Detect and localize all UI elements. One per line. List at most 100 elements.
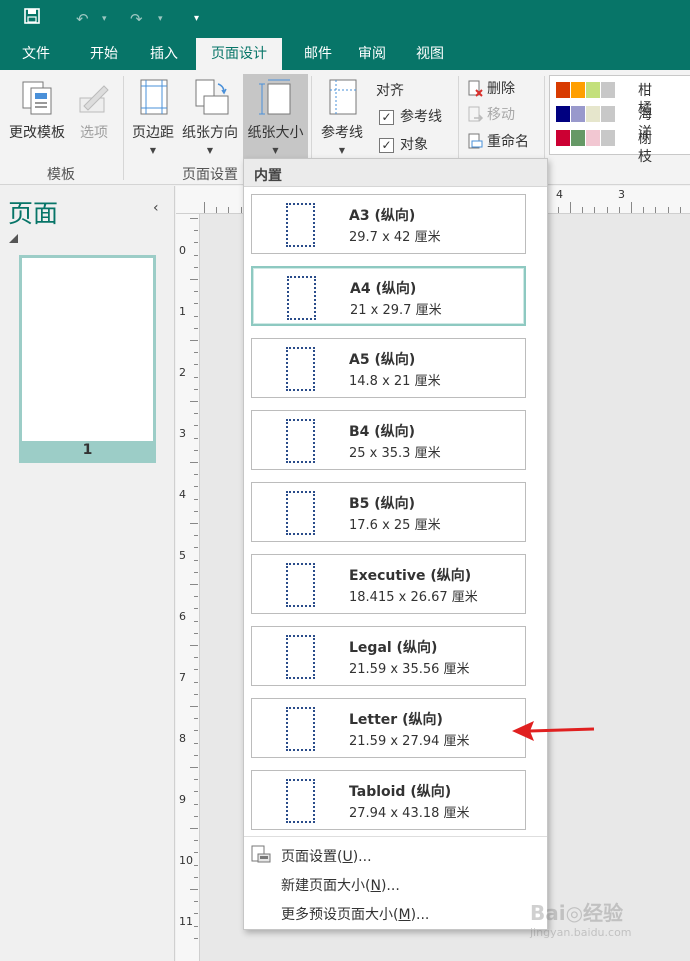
page-size-option[interactable]: B5 (纵向) 17.6 x 25 厘米 [251, 482, 526, 542]
ruler-tick [190, 645, 198, 646]
ruler-tick [194, 669, 198, 671]
rename-page-button[interactable]: 重命名 [466, 131, 529, 151]
page-size-name: A4 (纵向) [350, 281, 417, 297]
page-size-option[interactable]: A5 (纵向) 14.8 x 21 厘米 [251, 338, 526, 398]
template-icon [4, 78, 70, 122]
tab-home[interactable]: 开始 [76, 38, 132, 70]
page-setup-icon [250, 845, 272, 869]
ruler-tick [194, 840, 198, 842]
ruler-tick [194, 303, 198, 305]
expand-triangle-icon[interactable] [9, 234, 18, 243]
page-portrait-icon [286, 779, 315, 823]
ruler-tick [204, 202, 205, 213]
more-page-sizes-command[interactable]: 更多预设页面大小(M)... [281, 904, 429, 924]
tab-view[interactable]: 视图 [402, 38, 458, 70]
options-button[interactable]: 选项 [70, 78, 118, 142]
color-scheme-gallery: 柑橘 海洋 榭枝 [549, 75, 690, 165]
tab-page-design[interactable]: 页面设计 [196, 38, 282, 70]
page-size-option[interactable]: Legal (纵向) 21.59 x 35.56 厘米 [251, 626, 526, 686]
undo-dropdown-icon[interactable]: ▾ [102, 0, 107, 38]
scheme-waterleaf[interactable]: 榭枝 [556, 130, 652, 165]
ruler-tick [194, 608, 198, 610]
ruler-number: 11 [179, 915, 193, 928]
customize-qat-icon[interactable]: ▾ [194, 0, 199, 38]
redo-icon[interactable]: ↷ [130, 0, 143, 38]
guides-icon [316, 78, 368, 122]
save-icon[interactable] [24, 0, 40, 38]
page-size-name: Legal (纵向) [349, 640, 438, 656]
delete-page-button[interactable]: 删除 [466, 78, 515, 98]
ruler-number: 6 [179, 610, 186, 623]
ruler-tick [194, 559, 198, 561]
page-setup-command[interactable]: 页面设置(U)... [281, 846, 372, 866]
ruler-tick [194, 364, 198, 366]
ruler-tick [655, 207, 657, 213]
scheme-ocean[interactable]: 海洋 [556, 106, 652, 141]
align-guides-label: 参考线 [400, 109, 442, 125]
move-page-button[interactable]: 移动 [466, 104, 515, 124]
tab-file[interactable]: 文件 [8, 38, 64, 70]
color-swatch [601, 82, 615, 98]
page-number: 1 [82, 442, 93, 458]
chevron-down-icon: ▼ [206, 146, 214, 155]
page-size-name: A5 (纵向) [349, 352, 416, 368]
scheme-citrus[interactable]: 柑橘 [556, 82, 652, 117]
page-thumbnail[interactable]: 1 [19, 255, 156, 463]
ruler-tick [194, 632, 198, 634]
page-size-option[interactable]: A4 (纵向) 21 x 29.7 厘米 [251, 266, 526, 326]
tab-review[interactable]: 审阅 [344, 38, 400, 70]
ruler-tick [194, 388, 198, 390]
delete-page-icon [468, 80, 483, 97]
ruler-tick [190, 401, 198, 402]
ruler-tick [194, 718, 198, 720]
page-size-dimensions: 18.415 x 26.67 厘米 [349, 590, 478, 605]
page-portrait-icon [286, 635, 315, 679]
guides-button[interactable]: 参考线 ▼ [316, 78, 368, 155]
size-button[interactable]: 纸张大小 ▼ [243, 74, 308, 160]
group-label-template: 模板 [47, 167, 75, 183]
color-swatch [556, 106, 570, 122]
page-size-dimensions: 21 x 29.7 厘米 [350, 303, 442, 318]
page-size-option[interactable]: B4 (纵向) 25 x 35.3 厘米 [251, 410, 526, 470]
margins-button[interactable]: 页边距 ▼ [128, 78, 178, 155]
ruler-tick [594, 207, 596, 213]
command-text: 新建页面大小( [281, 878, 371, 894]
page-size-name: B5 (纵向) [349, 496, 416, 512]
ruler-tick [194, 327, 198, 329]
chevron-down-icon: ▼ [338, 146, 346, 155]
page-size-option[interactable]: Executive (纵向) 18.415 x 26.67 厘米 [251, 554, 526, 614]
page-size-option[interactable]: Letter (纵向) 21.59 x 27.94 厘米 [251, 698, 526, 758]
ruler-tick [194, 803, 198, 805]
ruler-tick [194, 730, 198, 732]
page-size-option[interactable]: Tabloid (纵向) 27.94 x 43.18 厘米 [251, 770, 526, 830]
separator [244, 836, 547, 837]
page-size-dimensions: 21.59 x 35.56 厘米 [349, 662, 470, 677]
ruler-tick [194, 913, 198, 915]
tab-mailings[interactable]: 邮件 [290, 38, 346, 70]
tab-insert[interactable]: 插入 [136, 38, 192, 70]
ruler-tick [667, 207, 669, 213]
ruler-tick [582, 207, 584, 213]
page-size-option[interactable]: A3 (纵向) 29.7 x 42 厘米 [251, 194, 526, 254]
ruler-tick [190, 279, 198, 280]
checkbox-checked-icon: ✓ [379, 109, 394, 125]
ruler-tick [194, 376, 198, 378]
ruler-tick [194, 852, 198, 854]
collapse-pane-icon[interactable]: ‹ [153, 200, 159, 216]
new-page-size-command[interactable]: 新建页面大小(N)... [281, 875, 400, 895]
undo-icon[interactable]: ↶ [76, 0, 89, 38]
ruler-tick [194, 254, 198, 256]
ruler-tick [679, 207, 681, 213]
align-guides-checkbox[interactable]: ✓ 参考线 [379, 106, 442, 126]
size-label: 纸张大小 [247, 125, 304, 141]
vertical-ruler[interactable]: 0 1 2 3 4 5 6 7 8 9 10 11 [176, 214, 200, 961]
ruler-tick [194, 291, 198, 293]
orientation-button[interactable]: 纸张方向 ▼ [178, 78, 242, 155]
redo-dropdown-icon[interactable]: ▾ [158, 0, 163, 38]
guides-label: 参考线 [321, 125, 363, 141]
watermark-url: jingyan.baidu.com [530, 926, 632, 939]
align-objects-checkbox[interactable]: ✓ 对象 [379, 134, 428, 154]
ruler-tick [194, 486, 198, 488]
page-thumbnail-preview [22, 258, 153, 441]
change-template-button[interactable]: 更改模板 [4, 78, 70, 142]
